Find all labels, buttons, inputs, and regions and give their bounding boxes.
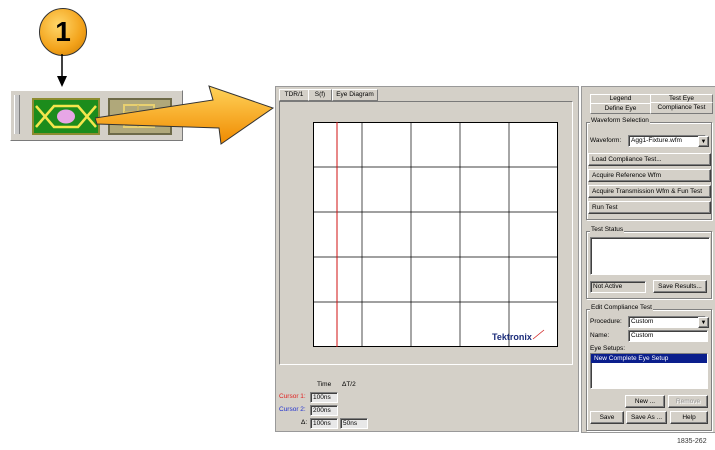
name-input-value: Custom	[631, 332, 654, 339]
toolbar-grip	[14, 95, 20, 134]
figure-id: 1835-262	[677, 438, 707, 445]
delta-label: Δ:	[301, 419, 308, 426]
name-input[interactable]: Custom	[628, 330, 708, 342]
name-label: Name:	[590, 332, 610, 339]
eye-setups-label: Eye Setups:	[590, 345, 626, 352]
waveform-dropdown-button[interactable]: ▼	[698, 136, 709, 147]
load-compliance-test-label: Load Compliance Test...	[592, 156, 662, 163]
waveform-label: Waveform:	[590, 137, 622, 144]
waveform-select-value: Agg1-Fixture.wfm	[631, 137, 682, 144]
acquire-transmission-button[interactable]: Acquire Transmission Wfm & Fun Test	[588, 185, 711, 198]
help-button[interactable]: Help	[670, 411, 708, 424]
readout-delta-header: ΔT/2	[342, 381, 356, 388]
tab-tdr[interactable]: TDR/1	[279, 89, 309, 101]
remove-eye-setup-button[interactable]: Remove	[668, 395, 708, 408]
callout-badge: 1	[39, 8, 87, 56]
waveform-display-window: TDR/1 S(f) Eye Diagram Tektronix Time ΔT…	[275, 86, 579, 432]
eye-setup-item[interactable]: New Complete Eye Setup	[591, 354, 707, 363]
edit-compliance-title: Edit Compliance Test	[590, 304, 653, 311]
tab-define-eye[interactable]: Define Eye	[590, 103, 651, 114]
procedure-label: Procedure:	[590, 318, 622, 325]
tab-eye-diagram-label: Eye Diagram	[336, 91, 374, 98]
test-status-log	[590, 237, 710, 275]
procedure-select-value: Custom	[631, 318, 654, 325]
save-as-button[interactable]: Save As ...	[626, 411, 667, 424]
eye-setups-list[interactable]: New Complete Eye Setup	[590, 353, 708, 389]
tektronix-logo: Tektronix	[492, 332, 532, 342]
graticule-frame: Tektronix	[279, 101, 573, 365]
waveform-select[interactable]: Agg1-Fixture.wfm	[628, 135, 706, 147]
acquire-reference-button[interactable]: Acquire Reference Wfm	[588, 169, 711, 182]
tab-define-eye-label: Define Eye	[604, 105, 637, 112]
callout-number: 1	[55, 16, 71, 47]
delta-value: 100ns	[310, 418, 338, 429]
tab-sf[interactable]: S(f)	[308, 89, 332, 101]
test-status-title: Test Status	[590, 226, 625, 233]
tab-test-eye-label: Test Eye	[669, 95, 694, 102]
cursor-2-label: Cursor 2:	[279, 406, 306, 413]
tab-eye-diagram[interactable]: Eye Diagram	[332, 89, 378, 101]
test-status-value: Not Active	[590, 281, 646, 293]
procedure-select[interactable]: Custom	[628, 316, 706, 328]
pointer-arrow	[95, 85, 275, 145]
chevron-down-icon: ▼	[700, 139, 707, 145]
cursor-1-label: Cursor 1:	[279, 393, 306, 400]
tab-sf-label: S(f)	[314, 91, 326, 98]
save-button[interactable]: Save	[590, 411, 624, 424]
save-results-label: Save Results...	[658, 283, 702, 290]
save-results-button[interactable]: Save Results...	[653, 280, 707, 293]
tab-compliance-test[interactable]: Compliance Test	[650, 102, 713, 114]
cursor-2-value: 200ns	[310, 405, 338, 416]
remove-eye-setup-label: Remove	[675, 398, 701, 405]
save-as-label: Save As ...	[630, 414, 663, 421]
procedure-dropdown-button[interactable]: ▼	[698, 317, 709, 328]
tab-compliance-test-label: Compliance Test	[657, 104, 706, 111]
help-label: Help	[682, 414, 696, 421]
waveform-selection-title: Waveform Selection	[590, 117, 650, 124]
eye-diagram-button[interactable]	[32, 98, 100, 135]
chevron-down-icon: ▼	[700, 320, 707, 326]
save-label: Save	[599, 414, 615, 421]
eye-diagram-icon	[34, 100, 98, 133]
acquire-reference-label: Acquire Reference Wfm	[592, 172, 661, 179]
acquire-transmission-label: Acquire Transmission Wfm & Fun Test	[592, 188, 703, 195]
callout-pointer	[57, 54, 67, 87]
readout-time-header: Time	[317, 381, 332, 388]
tab-tdr-label: TDR/1	[284, 91, 304, 98]
eye-control-panel: Legend Test Eye Define Eye Compliance Te…	[581, 86, 715, 433]
load-compliance-test-button[interactable]: Load Compliance Test...	[588, 153, 711, 166]
cursor-1-value: 100ns	[310, 392, 338, 403]
new-eye-setup-label: New ...	[634, 398, 656, 405]
run-test-button[interactable]: Run Test	[588, 201, 711, 214]
run-test-label: Run Test	[592, 204, 618, 211]
delta-half-value: 50ns	[340, 418, 368, 429]
new-eye-setup-button[interactable]: New ...	[625, 395, 665, 408]
tab-legend-label: Legend	[609, 95, 632, 102]
graticule	[313, 122, 558, 347]
